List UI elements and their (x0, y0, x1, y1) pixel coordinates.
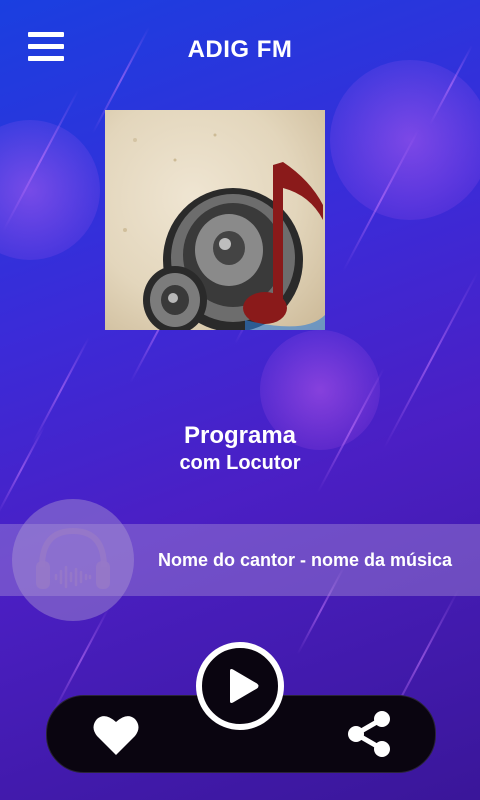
song-title: Nome do cantor - nome da música (158, 550, 453, 570)
play-button[interactable] (196, 642, 284, 730)
headphones-badge (12, 499, 134, 621)
top-bar: ADIG FM (0, 0, 480, 100)
program-name: Programa (183, 422, 297, 449)
heart-icon[interactable] (92, 713, 140, 757)
share-icon[interactable] (346, 710, 392, 758)
headphones-icon (36, 527, 110, 589)
program-info: Programa com Locutor (0, 422, 480, 476)
program-host: com Locutor (179, 452, 301, 474)
app-title: ADIG FM (187, 36, 293, 63)
play-icon (230, 669, 259, 703)
album-cover (105, 110, 325, 330)
